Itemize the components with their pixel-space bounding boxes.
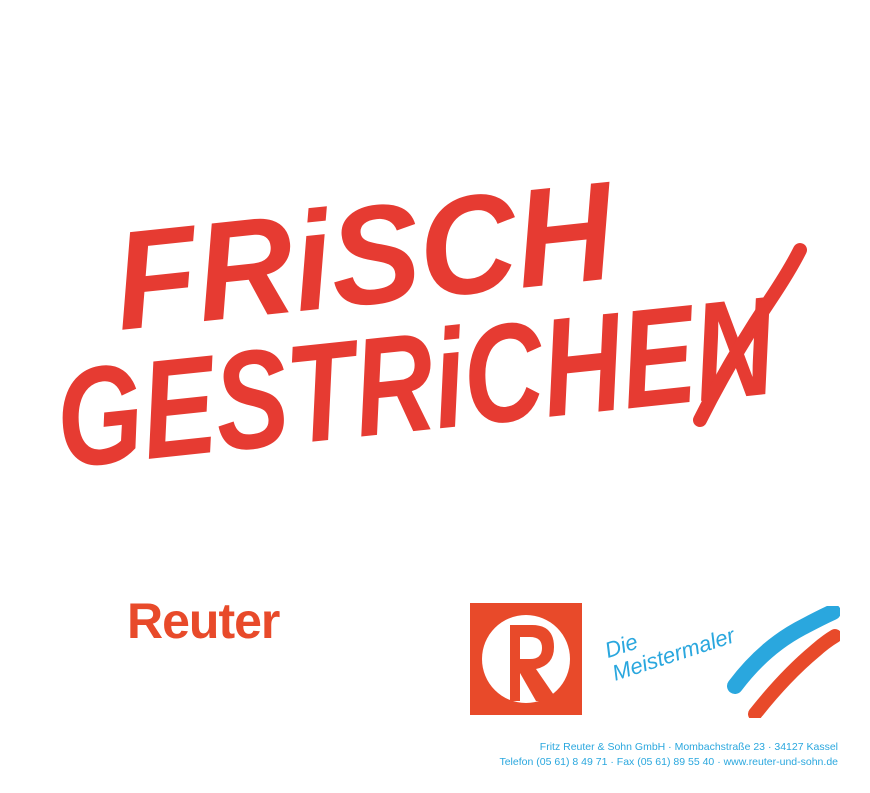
brand-name: Reuter xyxy=(127,593,280,649)
company-address: Fritz Reuter & Sohn GmbH · Mombachstraße… xyxy=(470,740,838,770)
headline-brush-lettering: FRiSCH GESTRiCHEN xyxy=(49,151,807,498)
reuter-r-logo-icon xyxy=(470,603,582,715)
address-line-2: Telefon (05 61) 8 49 71 · Fax (05 61) 89… xyxy=(499,756,838,768)
headline: FRiSCH GESTRiCHEN xyxy=(0,0,870,560)
address-line-1: Fritz Reuter & Sohn GmbH · Mombachstraße… xyxy=(539,741,838,753)
paint-swoosh-icon xyxy=(727,606,840,718)
